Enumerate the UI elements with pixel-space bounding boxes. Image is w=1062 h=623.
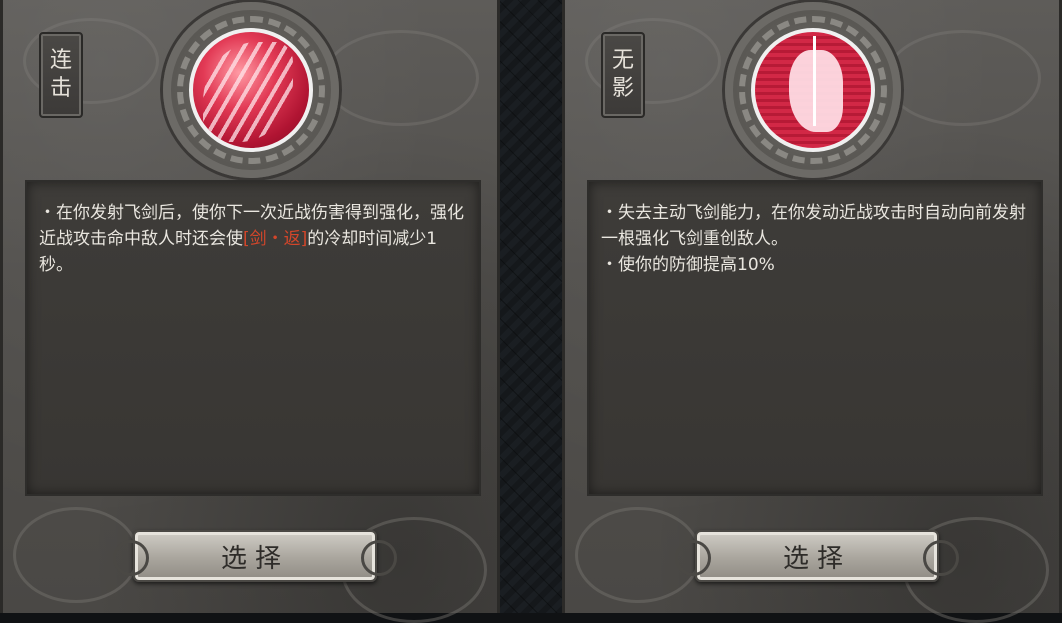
skill-name-char: 击 <box>49 76 72 101</box>
skill-medallion <box>725 2 901 178</box>
select-label: 选择 <box>220 543 289 574</box>
sword-slash-icon <box>189 28 313 152</box>
cloud-ornament <box>885 30 1041 126</box>
description-panel: ・失去主动飞剑能力，在你发动近战攻击时自动向前发射一根强化飞剑重创敌人。 ・使你… <box>587 180 1043 496</box>
description-line: ・使你的防御提高10% <box>601 252 1029 278</box>
select-label: 选择 <box>782 543 851 574</box>
scroll-ornament <box>923 540 959 576</box>
skill-name-tag: 连 击 <box>39 32 83 118</box>
description-line: ・失去主动飞剑能力，在你发动近战攻击时自动向前发射一根强化飞剑重创敌人。 <box>601 200 1029 252</box>
kneeling-swordsman-icon <box>751 28 875 152</box>
skill-name-tag: 无 影 <box>601 32 645 118</box>
select-button[interactable]: 选择 <box>113 530 397 582</box>
skill-card-1[interactable]: 连 击 ・在你发射飞剑后，使你下一次近战伤害得到强化，强化近战攻击命中敌人时还会… <box>0 0 500 623</box>
skill-name-char: 无 <box>611 48 634 73</box>
cloud-ornament <box>323 30 479 126</box>
scroll-ornament <box>113 540 149 576</box>
skill-card-2[interactable]: 无 影 ・失去主动飞剑能力，在你发动近战攻击时自动向前发射一根强化飞剑重创敌人。… <box>562 0 1062 623</box>
description-panel: ・在你发射飞剑后，使你下一次近战伤害得到强化，强化近战攻击命中敌人时还会使[剑・… <box>25 180 481 496</box>
description-text: ・使你的防御提高10% <box>601 255 775 275</box>
skill-medallion <box>163 2 339 178</box>
description-text: ・失去主动飞剑能力，在你发动近战攻击时自动向前发射一根强化飞剑重创敌人。 <box>601 203 1026 249</box>
skill-reference: [剑・返] <box>243 229 308 249</box>
skill-name-char: 连 <box>49 48 72 73</box>
skill-description: ・失去主动飞剑能力，在你发动近战攻击时自动向前发射一根强化飞剑重创敌人。 ・使你… <box>601 200 1029 278</box>
scroll-ornament <box>361 540 397 576</box>
select-button[interactable]: 选择 <box>675 530 959 582</box>
scroll-ornament <box>675 540 711 576</box>
skill-name-char: 影 <box>611 76 634 101</box>
skill-description: ・在你发射飞剑后，使你下一次近战伤害得到强化，强化近战攻击命中敌人时还会使[剑・… <box>39 200 467 278</box>
background-tiles <box>497 0 565 613</box>
description-line: ・在你发射飞剑后，使你下一次近战伤害得到强化，强化近战攻击命中敌人时还会使[剑・… <box>39 200 467 278</box>
